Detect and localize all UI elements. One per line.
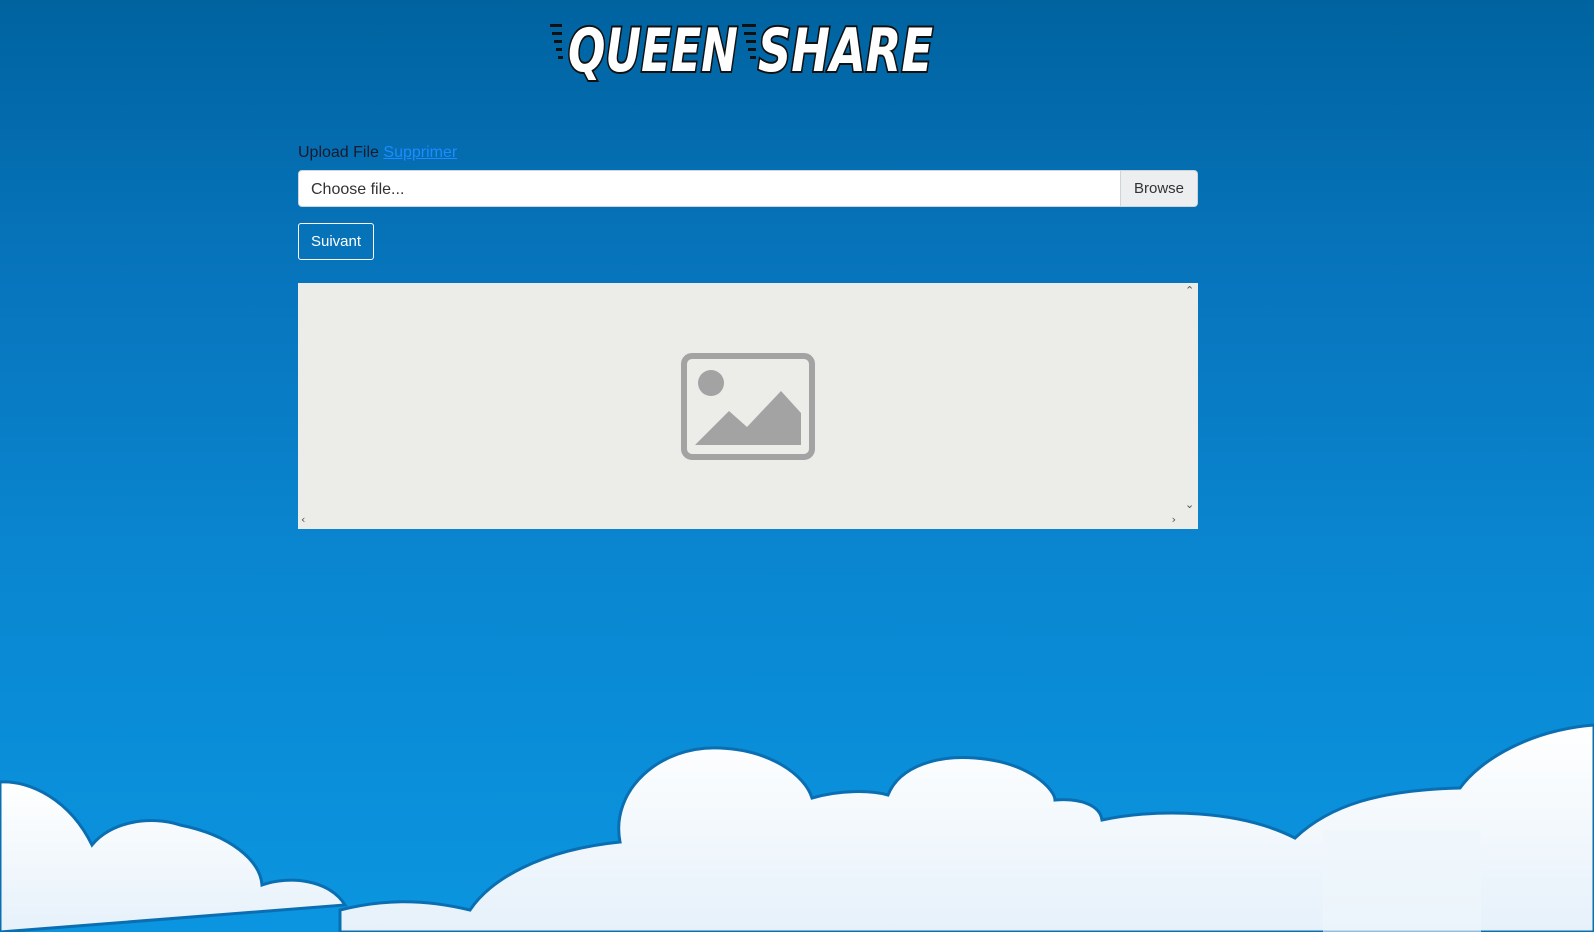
file-input-placeholder[interactable]: Choose file... xyxy=(299,171,1120,206)
file-input[interactable]: Choose file... Browse xyxy=(298,170,1198,207)
remove-file-link[interactable]: Supprimer xyxy=(383,144,457,161)
queenshare-logo[interactable]: QUEEN SHARE xyxy=(548,12,938,84)
upload-label-row: Upload File Supprimer xyxy=(298,142,1198,164)
scroll-right-icon[interactable]: › xyxy=(1172,514,1176,525)
scroll-down-icon[interactable]: ⌄ xyxy=(1185,499,1194,510)
svg-text:QUEEN: QUEEN xyxy=(568,16,738,84)
svg-text:SHARE: SHARE xyxy=(758,16,933,84)
next-button[interactable]: Suivant xyxy=(298,223,375,260)
scroll-up-icon[interactable]: ⌃ xyxy=(1185,285,1194,296)
file-preview-frame[interactable]: ⌃ ⌄ ‹ › xyxy=(298,283,1198,529)
image-placeholder-icon xyxy=(681,353,815,460)
vertical-scrollbar[interactable]: ⌃ ⌄ xyxy=(1181,283,1198,512)
upload-form: Upload File Supprimer Choose file... Bro… xyxy=(298,142,1198,529)
browse-button[interactable]: Browse xyxy=(1120,171,1197,206)
scroll-left-icon[interactable]: ‹ xyxy=(301,514,305,525)
upload-file-label: Upload File xyxy=(298,144,379,161)
horizontal-scrollbar[interactable]: ‹ › xyxy=(298,512,1198,529)
